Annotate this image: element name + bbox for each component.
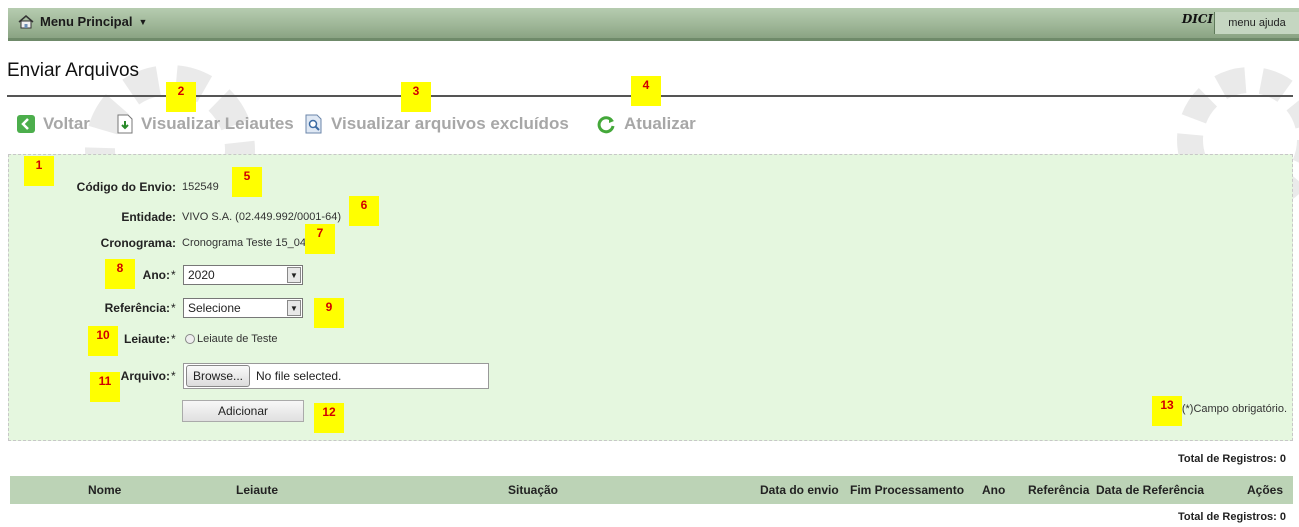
total-records-bottom: Total de Registros: 0 bbox=[1178, 511, 1286, 523]
back-button[interactable]: Voltar bbox=[17, 114, 90, 134]
top-menu-bar: Menu Principal ▼ DICI menu ajuda bbox=[8, 8, 1299, 41]
refresh-label: Atualizar bbox=[624, 114, 696, 133]
callout-5: 5 bbox=[232, 167, 262, 197]
view-layouts-button[interactable]: Visualizar Leiautes bbox=[117, 114, 294, 134]
file-status-text: No file selected. bbox=[256, 369, 342, 383]
total-records-top: Total de Registros: 0 bbox=[1178, 453, 1286, 465]
callout-1: 1 bbox=[24, 156, 54, 186]
radio-button[interactable] bbox=[185, 334, 195, 344]
callout-10: 10 bbox=[88, 326, 118, 356]
page-title: Enviar Arquivos bbox=[7, 60, 140, 81]
cronograma-label: Cronograma: bbox=[100, 236, 176, 250]
column-header-nome[interactable]: Nome bbox=[88, 483, 121, 497]
column-header-data-referencia[interactable]: Data de Referência bbox=[1096, 483, 1204, 497]
callout-11: 11 bbox=[90, 372, 120, 402]
entidade-label: Entidade: bbox=[121, 210, 176, 224]
referencia-select-value: Selecione bbox=[188, 301, 241, 315]
callout-4: 4 bbox=[631, 76, 661, 106]
view-deleted-files-label: Visualizar arquivos excluídos bbox=[331, 114, 569, 133]
codigo-label: Código do Envio: bbox=[76, 180, 176, 194]
help-menu-link[interactable]: menu ajuda bbox=[1214, 12, 1299, 34]
refresh-button[interactable]: Atualizar bbox=[597, 114, 696, 134]
callout-9: 9 bbox=[314, 298, 344, 328]
browse-button[interactable]: Browse... bbox=[186, 365, 251, 387]
referencia-select[interactable]: Selecione ▼ bbox=[183, 298, 303, 318]
column-header-referencia[interactable]: Referência bbox=[1028, 483, 1089, 497]
leiaute-radio-option[interactable]: Leiaute de Teste bbox=[185, 333, 278, 345]
refresh-icon bbox=[597, 115, 615, 133]
cronograma-value: Cronograma Teste 15_04 bbox=[182, 237, 306, 249]
callout-8: 8 bbox=[105, 259, 135, 289]
column-header-acoes: Ações bbox=[1247, 483, 1284, 497]
view-layouts-label: Visualizar Leiautes bbox=[141, 114, 294, 133]
callout-3: 3 bbox=[401, 82, 431, 112]
leiaute-option-label: Leiaute de Teste bbox=[197, 333, 278, 345]
back-label: Voltar bbox=[43, 114, 90, 133]
column-header-situacao[interactable]: Situação bbox=[508, 483, 558, 497]
callout-2: 2 bbox=[166, 82, 196, 112]
home-icon bbox=[18, 14, 34, 28]
view-deleted-files-button[interactable]: Visualizar arquivos excluídos bbox=[305, 114, 569, 134]
callout-13: 13 bbox=[1152, 396, 1182, 426]
callout-6: 6 bbox=[349, 196, 379, 226]
back-arrow-icon bbox=[17, 115, 35, 133]
callout-7: 7 bbox=[305, 224, 335, 254]
callout-12: 12 bbox=[314, 403, 344, 433]
arquivo-required-marker: * bbox=[171, 369, 176, 383]
column-header-data-envio[interactable]: Data do envio bbox=[760, 483, 839, 497]
referencia-label: Referência: bbox=[104, 301, 170, 315]
referencia-required-marker: * bbox=[171, 301, 176, 315]
ano-select-value: 2020 bbox=[188, 268, 215, 282]
download-document-icon bbox=[117, 114, 133, 134]
main-menu-label: Menu Principal bbox=[40, 14, 133, 29]
add-button[interactable]: Adicionar bbox=[182, 400, 304, 422]
chevron-down-icon: ▼ bbox=[287, 267, 301, 283]
required-fields-note: (*)Campo obrigatório. bbox=[1181, 403, 1287, 415]
ano-required-marker: * bbox=[171, 268, 176, 282]
codigo-value: 152549 bbox=[182, 181, 219, 193]
entidade-value: VIVO S.A. (02.449.992/0001-64) bbox=[182, 211, 341, 223]
ano-select[interactable]: 2020 ▼ bbox=[183, 265, 303, 285]
brand-logo: DICI bbox=[1181, 12, 1213, 26]
file-input[interactable]: Browse... No file selected. bbox=[183, 363, 489, 389]
chevron-down-icon: ▼ bbox=[138, 16, 148, 27]
column-header-ano[interactable]: Ano bbox=[982, 483, 1005, 497]
main-menu-button[interactable]: Menu Principal ▼ bbox=[18, 14, 147, 29]
search-document-icon bbox=[305, 114, 322, 134]
column-header-fim-processamento[interactable]: Fim Processamento bbox=[850, 483, 964, 497]
leiaute-required-marker: * bbox=[171, 332, 176, 346]
chevron-down-icon: ▼ bbox=[287, 300, 301, 316]
table-header: Nome Leiaute Situação Data do envio Fim … bbox=[10, 476, 1293, 504]
column-header-leiaute[interactable]: Leiaute bbox=[236, 483, 278, 497]
